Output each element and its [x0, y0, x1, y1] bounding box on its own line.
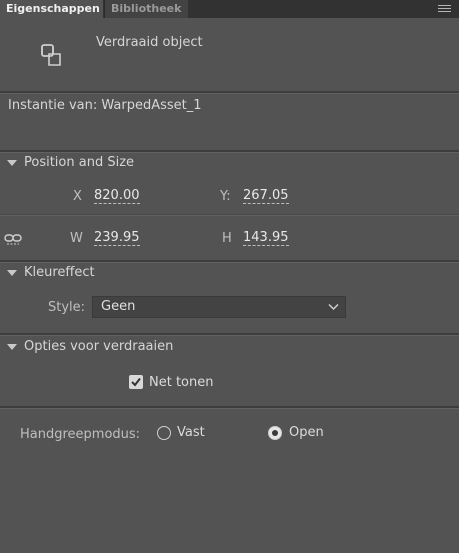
checkmark-icon — [131, 377, 141, 387]
handle-mode-label: Handgreepmodus: — [20, 427, 141, 442]
collapse-triangle-icon — [7, 344, 17, 350]
style-label: Style: — [48, 300, 86, 315]
hamburger-menu-icon[interactable] — [438, 5, 451, 14]
warped-object-icon — [41, 44, 61, 66]
section-header-position-size[interactable]: Position and Size — [0, 152, 459, 174]
instance-of-text: Instantie van: WarpedAsset_1 — [8, 98, 202, 113]
style-selected-value: Geen — [101, 299, 136, 314]
w-label: W — [70, 231, 83, 246]
section-header-warp-options[interactable]: Opties voor verdraaien — [0, 336, 459, 358]
divider — [0, 91, 459, 94]
chevron-down-icon — [328, 303, 339, 311]
show-net-checkbox[interactable] — [129, 375, 143, 389]
radio-vast[interactable] — [157, 426, 171, 440]
section-header-color-effect[interactable]: Kleureffect — [0, 262, 459, 284]
collapse-triangle-icon — [7, 160, 17, 166]
x-label: X — [73, 189, 82, 204]
section-title: Opties voor verdraaien — [24, 339, 174, 354]
radio-vast-label[interactable]: Vast — [177, 425, 205, 440]
y-label: Y: — [220, 189, 231, 204]
divider — [0, 406, 459, 409]
section-title: Kleureffect — [24, 265, 95, 280]
show-net-label[interactable]: Net tonen — [149, 375, 213, 390]
h-value-field[interactable]: 143.95 — [243, 230, 289, 246]
radio-open[interactable] — [268, 426, 282, 440]
tab-eigenschappen[interactable]: Eigenschappen — [0, 0, 103, 18]
section-title: Position and Size — [24, 155, 135, 170]
style-dropdown[interactable]: Geen — [92, 296, 346, 318]
chain-link-icon[interactable] — [4, 231, 22, 247]
h-label: H — [222, 231, 232, 246]
tab-bibliotheek[interactable]: Bibliotheek — [104, 0, 188, 18]
radio-open-label[interactable]: Open — [289, 425, 324, 440]
panel-tab-bar: Eigenschappen Bibliotheek — [0, 0, 459, 18]
collapse-triangle-icon — [7, 270, 17, 276]
y-value-field[interactable]: 267.05 — [243, 188, 289, 204]
divider — [0, 214, 459, 216]
w-value-field[interactable]: 239.95 — [94, 230, 140, 246]
object-type-title: Verdraaid object — [96, 35, 203, 50]
x-value-field[interactable]: 820.00 — [94, 188, 140, 204]
